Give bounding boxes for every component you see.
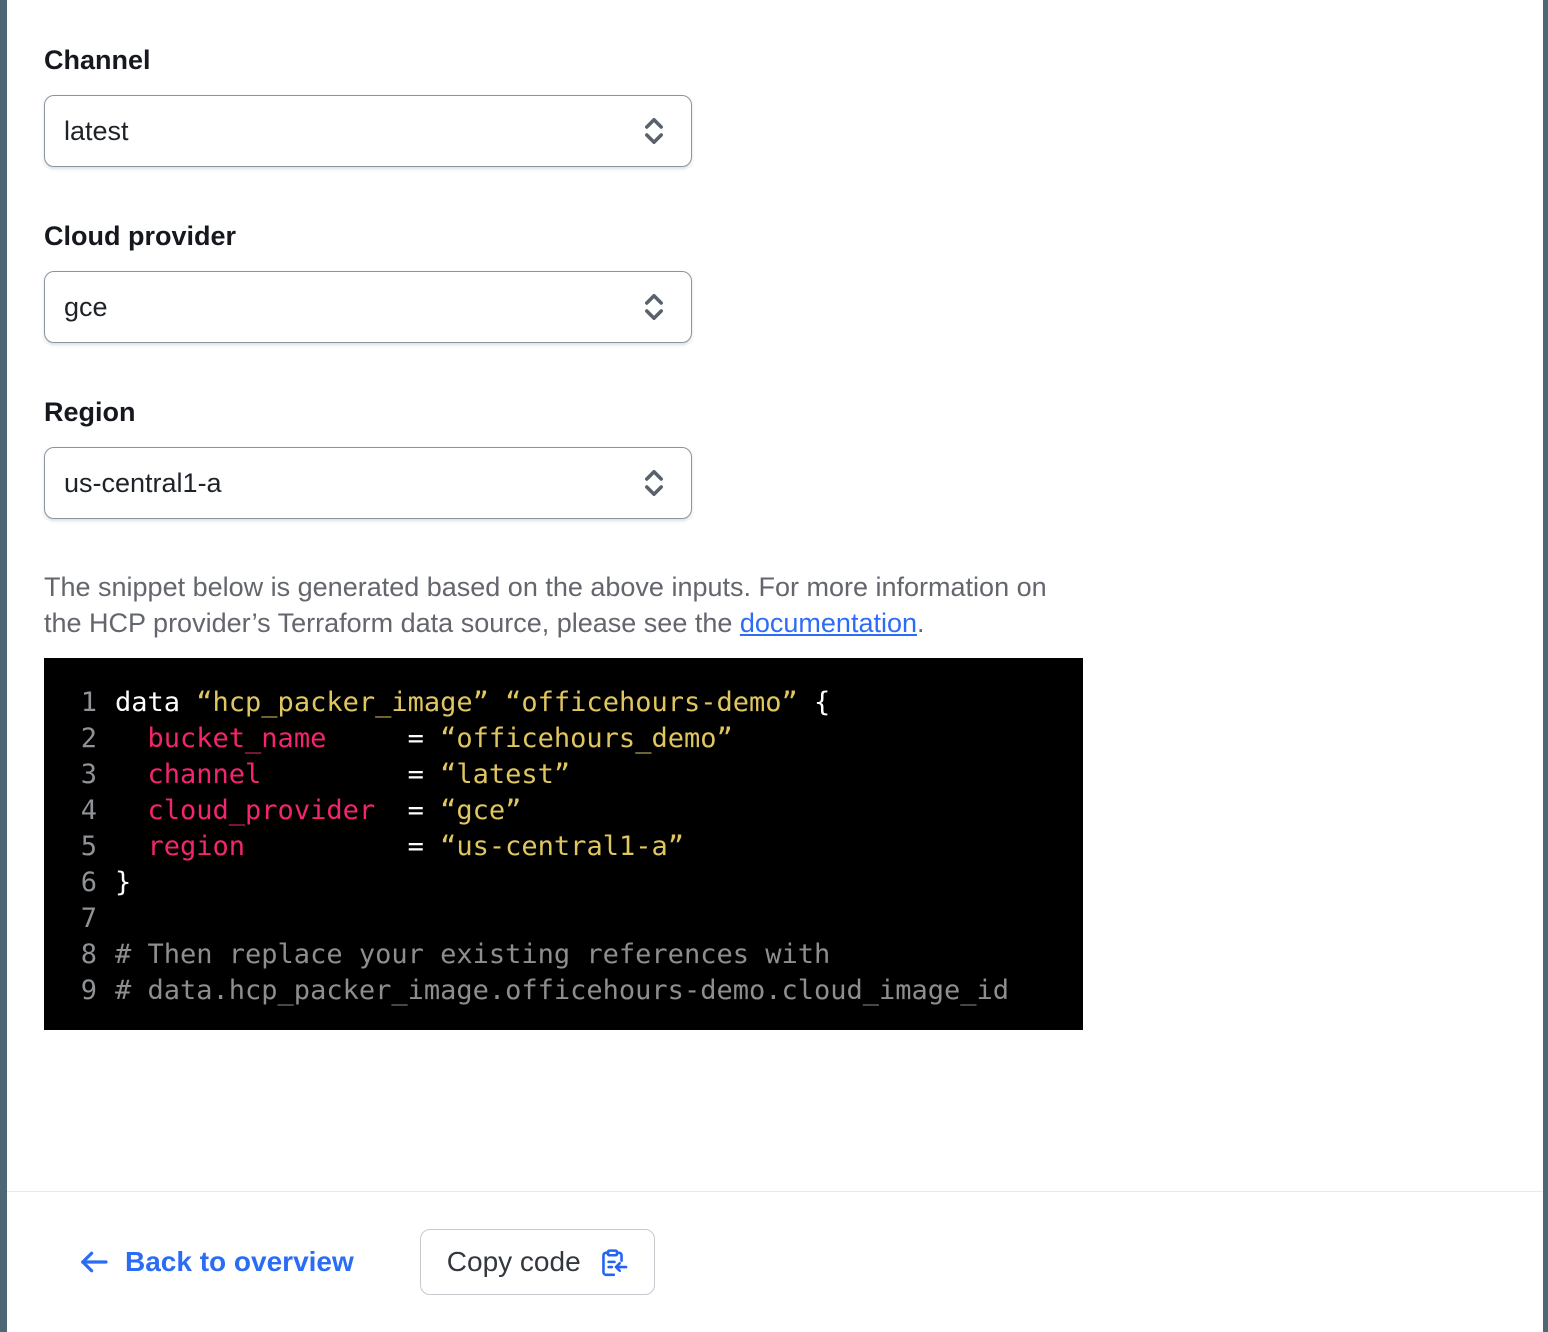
code-lines: 1data “hcp_packer_image” “officehours-de… [44,685,1073,1009]
line-number: 8 [44,937,115,973]
back-to-overview-label: Back to overview [125,1246,354,1278]
code-line: 5 region = “us-central1-a” [44,829,1073,865]
page-edge-right [1543,0,1548,1332]
region-select-value: us-central1-a [64,468,222,499]
snippet-description: The snippet below is generated based on … [44,569,1084,641]
code-block: 1data “hcp_packer_image” “officehours-de… [44,658,1083,1030]
code-line: 1data “hcp_packer_image” “officehours-de… [44,685,1073,721]
region-select[interactable]: us-central1-a [44,447,692,519]
code-line: 7 [44,901,1073,937]
line-number: 7 [44,901,115,937]
code-line: 8# Then replace your existing references… [44,937,1073,973]
code-line-content: data “hcp_packer_image” “officehours-dem… [115,685,830,721]
chevron-up-down-icon [641,291,667,323]
code-line: 9# data.hcp_packer_image.officehours-dem… [44,973,1073,1009]
page-edge-left [0,0,7,1332]
chevron-up-down-icon [641,467,667,499]
line-number: 1 [44,685,115,721]
line-number: 4 [44,793,115,829]
region-label: Region [44,396,1504,428]
copy-code-label: Copy code [447,1246,581,1278]
arrow-left-icon [78,1246,110,1278]
channel-select[interactable]: latest [44,95,692,167]
line-number: 6 [44,865,115,901]
code-line-content: bucket_name = “officehours_demo” [115,721,733,757]
code-line-content: region = “us-central1-a” [115,829,684,865]
cloud-provider-select-value: gce [64,292,108,323]
snippet-generator-panel: Channel latest Cloud provider gce Region… [0,0,1548,1030]
chevron-up-down-icon [641,115,667,147]
code-line: 2 bucket_name = “officehours_demo” [44,721,1073,757]
code-line: 6} [44,865,1073,901]
documentation-link[interactable]: documentation [740,608,917,638]
channel-label: Channel [44,44,1504,76]
back-to-overview-link[interactable]: Back to overview [78,1246,354,1278]
footer-bar: Back to overview Copy code [0,1191,1548,1332]
channel-select-value: latest [64,116,129,147]
cloud-provider-label: Cloud provider [44,220,1504,252]
copy-code-button[interactable]: Copy code [420,1229,655,1295]
cloud-provider-field: Cloud provider gce [44,220,1504,343]
code-line-content: } [115,865,131,901]
code-line-content: # data.hcp_packer_image.officehours-demo… [115,973,1009,1009]
line-number: 2 [44,721,115,757]
code-line-content: cloud_provider = “gce” [115,793,521,829]
line-number: 5 [44,829,115,865]
clipboard-copy-icon [597,1247,628,1278]
region-field: Region us-central1-a [44,396,1504,519]
channel-field: Channel latest [44,44,1504,167]
line-number: 3 [44,757,115,793]
line-number: 9 [44,973,115,1009]
code-line-content: # Then replace your existing references … [115,937,830,973]
code-line-content: channel = “latest” [115,757,570,793]
code-line: 4 cloud_provider = “gce” [44,793,1073,829]
code-line: 3 channel = “latest” [44,757,1073,793]
cloud-provider-select[interactable]: gce [44,271,692,343]
description-text-after: . [917,608,925,638]
